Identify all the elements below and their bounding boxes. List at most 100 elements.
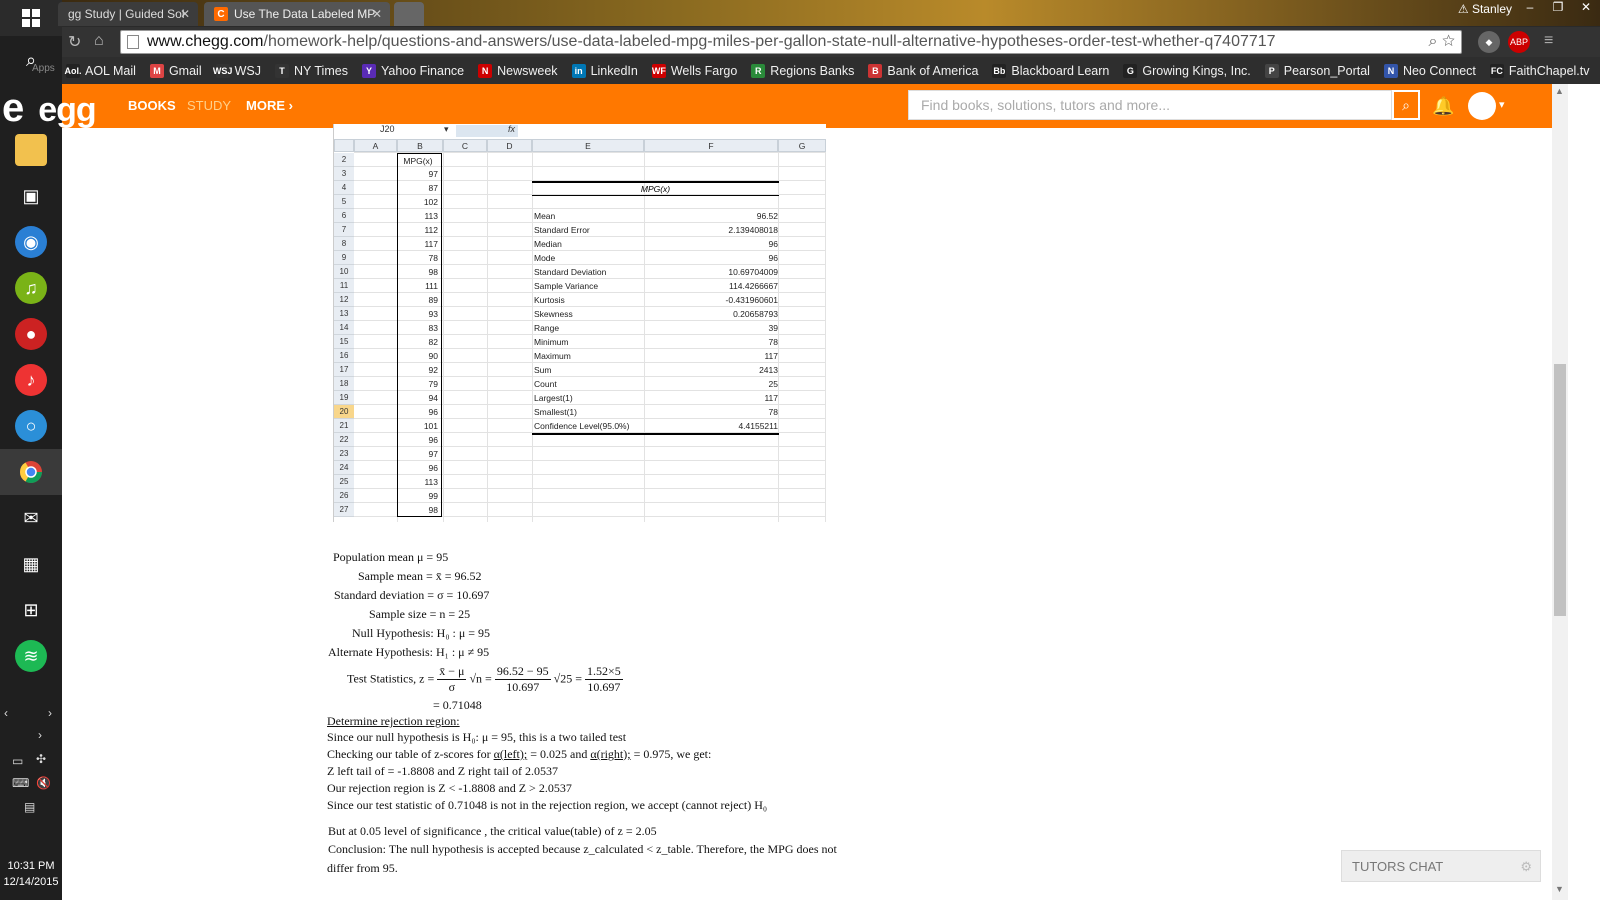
bookmark-item[interactable]: T NY Times <box>275 63 348 78</box>
scroll-down-icon[interactable]: ▼ <box>1555 884 1564 894</box>
bookmark-item[interactable]: M Gmail <box>149 63 202 78</box>
url-path: /homework-help/questions-and-answers/use… <box>263 33 1276 50</box>
column-header-d: D <box>487 139 532 152</box>
chrome-icon[interactable] <box>15 456 47 488</box>
stat-label: Mode <box>534 253 556 263</box>
file-explorer-icon[interactable] <box>15 134 47 166</box>
stat-value: 117 <box>764 393 778 403</box>
bookmark-item[interactable]: N Neo Connect <box>1383 63 1476 78</box>
user-avatar[interactable] <box>1468 92 1496 120</box>
itunes-icon[interactable]: ♪ <box>15 364 47 396</box>
music-app-icon[interactable]: ♫ <box>15 272 47 304</box>
windows-start-button[interactable] <box>0 0 62 36</box>
chevron-down-icon[interactable]: ▾ <box>1499 98 1505 111</box>
stat-value: 117 <box>764 351 778 361</box>
app-blue-icon[interactable]: ○ <box>15 410 47 442</box>
notification-bell-icon[interactable]: 🔔 <box>1432 96 1454 116</box>
keyboard-icon[interactable]: ⌨ <box>12 776 29 790</box>
new-tab-button[interactable] <box>394 2 424 26</box>
bookmark-item[interactable]: Aol. AOL Mail <box>65 63 136 78</box>
row-header: 9 <box>334 251 354 265</box>
gear-icon[interactable]: ⚙ <box>1520 851 1532 883</box>
mpg-cell: 89 <box>397 293 442 307</box>
scrollbar-thumb[interactable] <box>1554 364 1566 616</box>
nav-study[interactable]: STUDY <box>187 98 231 113</box>
clock-time: 10:31 PM <box>7 860 55 872</box>
adblock-plus-icon[interactable]: ABP <box>1508 31 1530 53</box>
bookmark-item[interactable]: P Pearson_Portal <box>1264 63 1370 78</box>
bookmark-item[interactable]: WF Wells Fargo <box>651 63 737 78</box>
mpg-cell: 113 <box>397 475 442 489</box>
chegg-logo[interactable]: e egg <box>2 86 97 131</box>
extension-icon[interactable]: ◆ <box>1478 31 1500 53</box>
address-bar[interactable]: www.chegg.com/homework-help/questions-an… <box>120 30 1462 54</box>
minimize-icon[interactable]: – <box>1516 0 1544 18</box>
bookmark-item[interactable]: FC FaithChapel.tv <box>1489 63 1590 78</box>
store-icon[interactable]: ▣ <box>15 180 47 212</box>
close-tab-icon[interactable]: ✕ <box>180 7 190 21</box>
bookmark-item[interactable]: Y Yahoo Finance <box>361 63 464 78</box>
calculator-icon[interactable]: ▦ <box>15 548 47 580</box>
mail-icon[interactable]: ✉ <box>15 502 47 534</box>
mpg-cell: MPG(x) <box>397 153 442 167</box>
apps-shortcut[interactable]: Apps <box>32 63 55 74</box>
star-icon[interactable]: ☆ <box>1442 33 1455 50</box>
bookmark-label: Newsweek <box>497 63 558 78</box>
search-button[interactable]: ⌕ <box>1392 90 1420 120</box>
network-icon[interactable]: ▭ <box>12 754 23 768</box>
fx-icon: fx <box>508 124 516 134</box>
close-tab-icon[interactable]: ✕ <box>372 7 382 21</box>
column-header-a: A <box>354 139 397 152</box>
volume-muted-icon[interactable]: 🔇 <box>36 776 51 790</box>
home-icon[interactable]: ⌂ <box>94 32 104 50</box>
media-player-icon[interactable]: ◉ <box>15 226 47 258</box>
bookmark-item[interactable]: WSJ WSJ <box>213 63 261 78</box>
scroll-right-icon[interactable]: › <box>48 706 52 720</box>
spotify-icon[interactable]: ≋ <box>15 640 47 672</box>
tab-chegg-study[interactable]: gg Study | Guided Sol ✕ <box>58 2 198 26</box>
zoom-bookmark-icons: ⌕ ☆ <box>1429 31 1455 53</box>
mpg-cell: 92 <box>397 363 442 377</box>
scroll-up-icon[interactable]: ▲ <box>1555 86 1564 96</box>
menu-icon[interactable]: ≡ <box>1544 32 1553 50</box>
nav-more[interactable]: MORE › <box>246 98 293 113</box>
bookmark-item[interactable]: G Growing Kings, Inc. <box>1123 63 1251 78</box>
bookmark-icon: in <box>571 63 586 78</box>
rejection-heading: Determine rejection region: <box>327 714 460 728</box>
row-header: 23 <box>334 447 354 461</box>
test-stat-label: Test Statistics, z = <box>347 671 435 686</box>
bookmark-item[interactable]: N Newsweek <box>478 63 558 78</box>
row-header: 14 <box>334 321 354 335</box>
nav-books[interactable]: BOOKS <box>128 98 176 113</box>
row-header: 12 <box>334 293 354 307</box>
page-scrollbar[interactable]: ▲ ▼ <box>1552 84 1568 900</box>
taskbar-clock[interactable]: 10:31 PM 12/14/2015 <box>0 858 62 890</box>
reload-icon[interactable]: ↻ <box>68 32 81 52</box>
zoom-icon[interactable]: ⌕ <box>1429 33 1438 50</box>
app-red-icon[interactable]: ● <box>15 318 47 350</box>
mpg-cell: 96 <box>397 405 442 419</box>
apps-grid-icon[interactable]: ⊞ <box>15 594 47 626</box>
bookmark-item[interactable]: in LinkedIn <box>571 63 638 78</box>
row-header: 5 <box>334 195 354 209</box>
bookmark-icon: WF <box>651 63 666 78</box>
mpg-cell: 96 <box>397 433 442 447</box>
bookmark-item[interactable]: Bb Blackboard Learn <box>992 63 1109 78</box>
notifications-icon[interactable]: ▤ <box>24 800 35 814</box>
scroll-left-icon[interactable]: ‹ <box>4 706 8 720</box>
address-row: ↻ ⌂ www.chegg.com/homework-help/question… <box>62 27 1600 57</box>
close-window-icon[interactable]: ✕ <box>1572 0 1600 18</box>
stat-label: Minimum <box>534 337 569 347</box>
name-box: J20 <box>380 124 395 134</box>
stat-label: Kurtosis <box>534 295 565 305</box>
tutors-chat-button[interactable]: TUTORS CHAT ⚙ <box>1341 850 1541 882</box>
dropbox-icon[interactable]: ✣ <box>36 752 46 766</box>
bookmark-item[interactable]: B Bank of America <box>868 63 978 78</box>
bookmark-item[interactable]: R Regions Banks <box>751 63 854 78</box>
profile-name[interactable]: ⚠ Stanley <box>1458 2 1512 16</box>
tab-use-the-data[interactable]: C Use The Data Labeled MP ✕ <box>204 2 390 26</box>
restore-icon[interactable]: ❐ <box>1544 0 1572 18</box>
search-input[interactable]: Find books, solutions, tutors and more..… <box>908 90 1392 120</box>
row-header: 21 <box>334 419 354 433</box>
show-hidden-icons[interactable]: › <box>38 728 42 742</box>
